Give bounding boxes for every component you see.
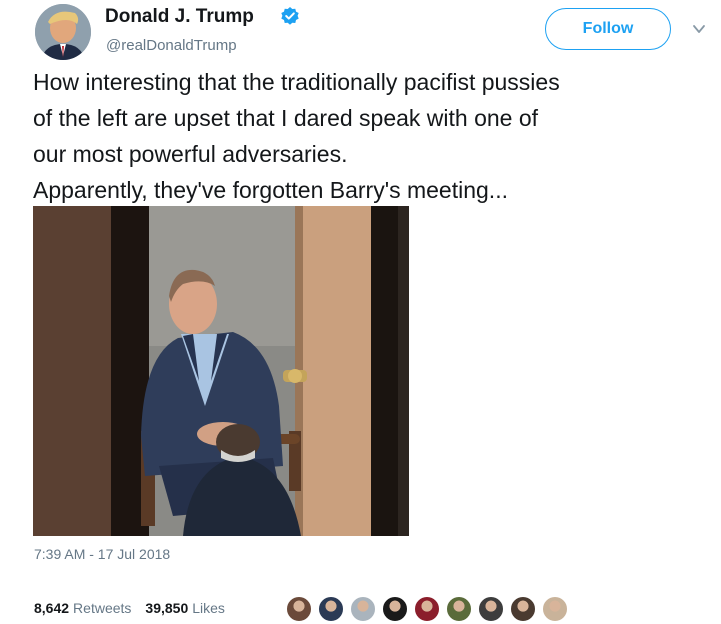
tweet-photo[interactable]	[33, 206, 409, 536]
author-avatar[interactable]	[35, 4, 91, 60]
liker-avatars	[286, 596, 574, 624]
tweet-text-line: How interesting that the traditionally p…	[33, 69, 560, 95]
liker-avatar[interactable]	[382, 596, 408, 622]
tweet-card: Donald J. Trump @realDonaldTrump Follow …	[0, 0, 721, 623]
tweet-timestamp[interactable]: 7:39 AM - 17 Jul 2018	[34, 546, 170, 562]
tweet-text: How interesting that the traditionally p…	[33, 64, 703, 208]
liker-avatar[interactable]	[510, 596, 536, 622]
follow-button[interactable]: Follow	[545, 8, 671, 50]
liker-avatar[interactable]	[446, 596, 472, 622]
liker-avatar[interactable]	[414, 596, 440, 622]
photo-image	[33, 206, 409, 536]
liker-avatar[interactable]	[286, 596, 312, 622]
author-handle[interactable]: @realDonaldTrump	[106, 37, 237, 54]
chevron-down-icon[interactable]	[692, 22, 706, 36]
retweets-count[interactable]: 8,642	[34, 600, 69, 616]
verified-badge-icon	[281, 7, 299, 25]
liker-avatar[interactable]	[318, 596, 344, 622]
retweets-label[interactable]: Retweets	[73, 600, 131, 616]
tweet-text-line: of the left are upset that I dared speak…	[33, 105, 539, 131]
likes-label[interactable]: Likes	[192, 600, 225, 616]
likes-count[interactable]: 39,850	[145, 600, 188, 616]
tweet-text-line: Apparently, they've forgotten Barry's me…	[33, 177, 508, 203]
liker-avatar[interactable]	[350, 596, 376, 622]
author-name[interactable]: Donald J. Trump	[105, 6, 254, 28]
avatar-image	[35, 4, 91, 60]
tweet-text-line: our most powerful adversaries.	[33, 141, 348, 167]
liker-avatar[interactable]	[478, 596, 504, 622]
engagement-stats: 8,642 Retweets 39,850 Likes	[34, 600, 235, 616]
liker-avatar[interactable]	[542, 596, 568, 622]
